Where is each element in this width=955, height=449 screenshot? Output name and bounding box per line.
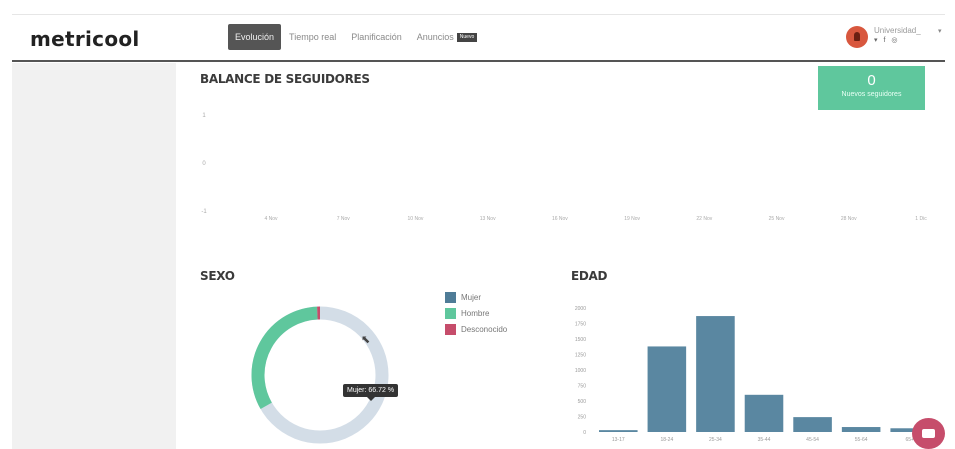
edad-x-tick-0: 13-17 (612, 437, 625, 443)
edad-y-tick-7: 250 (578, 415, 587, 421)
metricool-logo[interactable]: metricool (30, 27, 140, 51)
new-badge: Nuevo (456, 33, 478, 43)
edad-bar-55-64 (841, 427, 881, 432)
main-nav: Evolución Tiempo real Planificación Anun… (228, 24, 485, 50)
edad-bar-35-44 (744, 394, 784, 432)
edad-bar-45-54 (793, 417, 832, 432)
social-network-icons: ▾ f ◎ (874, 37, 900, 44)
main-content: BALANCE DE SEGUIDORES 0 Nuevos seguidore… (176, 63, 945, 449)
tab-anuncios[interactable]: Anuncios Nuevo (410, 24, 484, 50)
edad-bar-chart: 2000 1750 1500 1250 1000 750 500 250 0 13-17 18-24… (575, 306, 929, 443)
edad-x-tick-3: 35-44 (758, 437, 771, 443)
edad-y-tick-4: 1000 (575, 368, 586, 374)
edad-x-tick-1: 18-24 (660, 437, 673, 443)
chat-button[interactable] (912, 418, 945, 449)
avatar[interactable] (846, 26, 868, 48)
edad-bar-25-34 (696, 316, 735, 432)
sidebar (12, 63, 176, 449)
edad-bar-18-24 (647, 346, 687, 432)
edad-y-tick-0: 2000 (575, 306, 586, 312)
edad-bar-13-17 (599, 430, 638, 432)
account-name: Universidad_ (874, 26, 921, 35)
top-navigation-bar: metricool Evolución Tiempo real Planific… (12, 14, 945, 62)
edad-y-tick-3: 1250 (575, 353, 586, 359)
edad-x-tick-4: 45-54 (806, 437, 819, 443)
tab-evolucion[interactable]: Evolución (228, 24, 282, 50)
edad-y-tick-2: 1500 (575, 337, 586, 343)
edad-y-tick-5: 750 (578, 384, 587, 390)
edad-y-tick-8: 0 (583, 430, 586, 436)
edad-y-tick-6: 500 (578, 399, 587, 405)
account-menu[interactable]: Universidad_ ▾ f ◎ ▾ (846, 24, 942, 54)
edad-y-tick-1: 1750 (575, 322, 586, 328)
chevron-down-icon[interactable]: ▾ (938, 27, 942, 35)
tab-planificacion[interactable]: Planificación (344, 24, 409, 50)
edad-x-tick-2: 25-34 (709, 437, 722, 443)
tab-anuncios-label: Anuncios (416, 32, 454, 42)
tab-tiempo-real[interactable]: Tiempo real (282, 24, 343, 50)
edad-x-tick-5: 55-64 (855, 437, 868, 443)
